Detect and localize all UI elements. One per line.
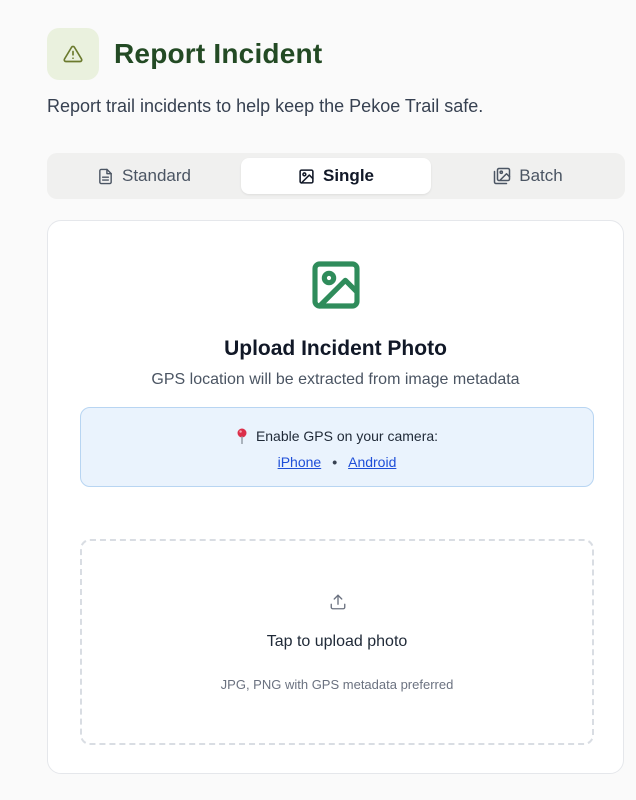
tab-single[interactable]: Single [241, 158, 431, 194]
image-icon [299, 168, 314, 184]
report-mode-tabs: Standard Single Batch [47, 153, 625, 199]
page-title: Report Incident [114, 38, 323, 69]
photo-dropzone[interactable]: Tap to upload photo JPG, PNG with GPS me… [80, 539, 594, 745]
tab-standard[interactable]: Standard [47, 158, 241, 194]
tab-standard-label: Standard [122, 166, 191, 185]
tab-batch-label: Batch [519, 166, 563, 185]
report-incident-page: Report Incident Report trail incidents t… [0, 0, 636, 800]
gps-help-links: iPhone • Android [81, 454, 593, 470]
link-separator: • [332, 454, 338, 470]
android-link[interactable]: Android [348, 454, 396, 470]
upload-icon [329, 593, 347, 616]
warning-triangle-icon [47, 28, 99, 80]
dropzone-title: Tap to upload photo [266, 633, 408, 650]
gps-notice-line: Enable GPS on your camera: [81, 428, 593, 444]
page-subtitle: Report trail incidents to help keep the … [47, 96, 484, 116]
page-header: Report Incident [47, 28, 322, 80]
tab-batch[interactable]: Batch [431, 158, 625, 194]
gps-notice: Enable GPS on your camera: iPhone • Andr… [80, 407, 594, 487]
dropzone-hint: JPG, PNG with GPS metadata preferred [220, 677, 454, 692]
image-icon [308, 257, 364, 318]
upload-card-subtitle: GPS location will be extracted from imag… [151, 371, 520, 388]
document-icon [99, 168, 112, 184]
tab-single-label: Single [322, 166, 374, 185]
iphone-link[interactable]: iPhone [278, 454, 322, 470]
map-pin-icon [237, 428, 247, 444]
upload-card: Upload Incident Photo GPS location will … [47, 220, 624, 774]
gps-notice-text: Enable GPS on your camera: [255, 428, 439, 444]
images-icon [494, 167, 511, 185]
upload-card-title: Upload Incident Photo [224, 337, 447, 360]
